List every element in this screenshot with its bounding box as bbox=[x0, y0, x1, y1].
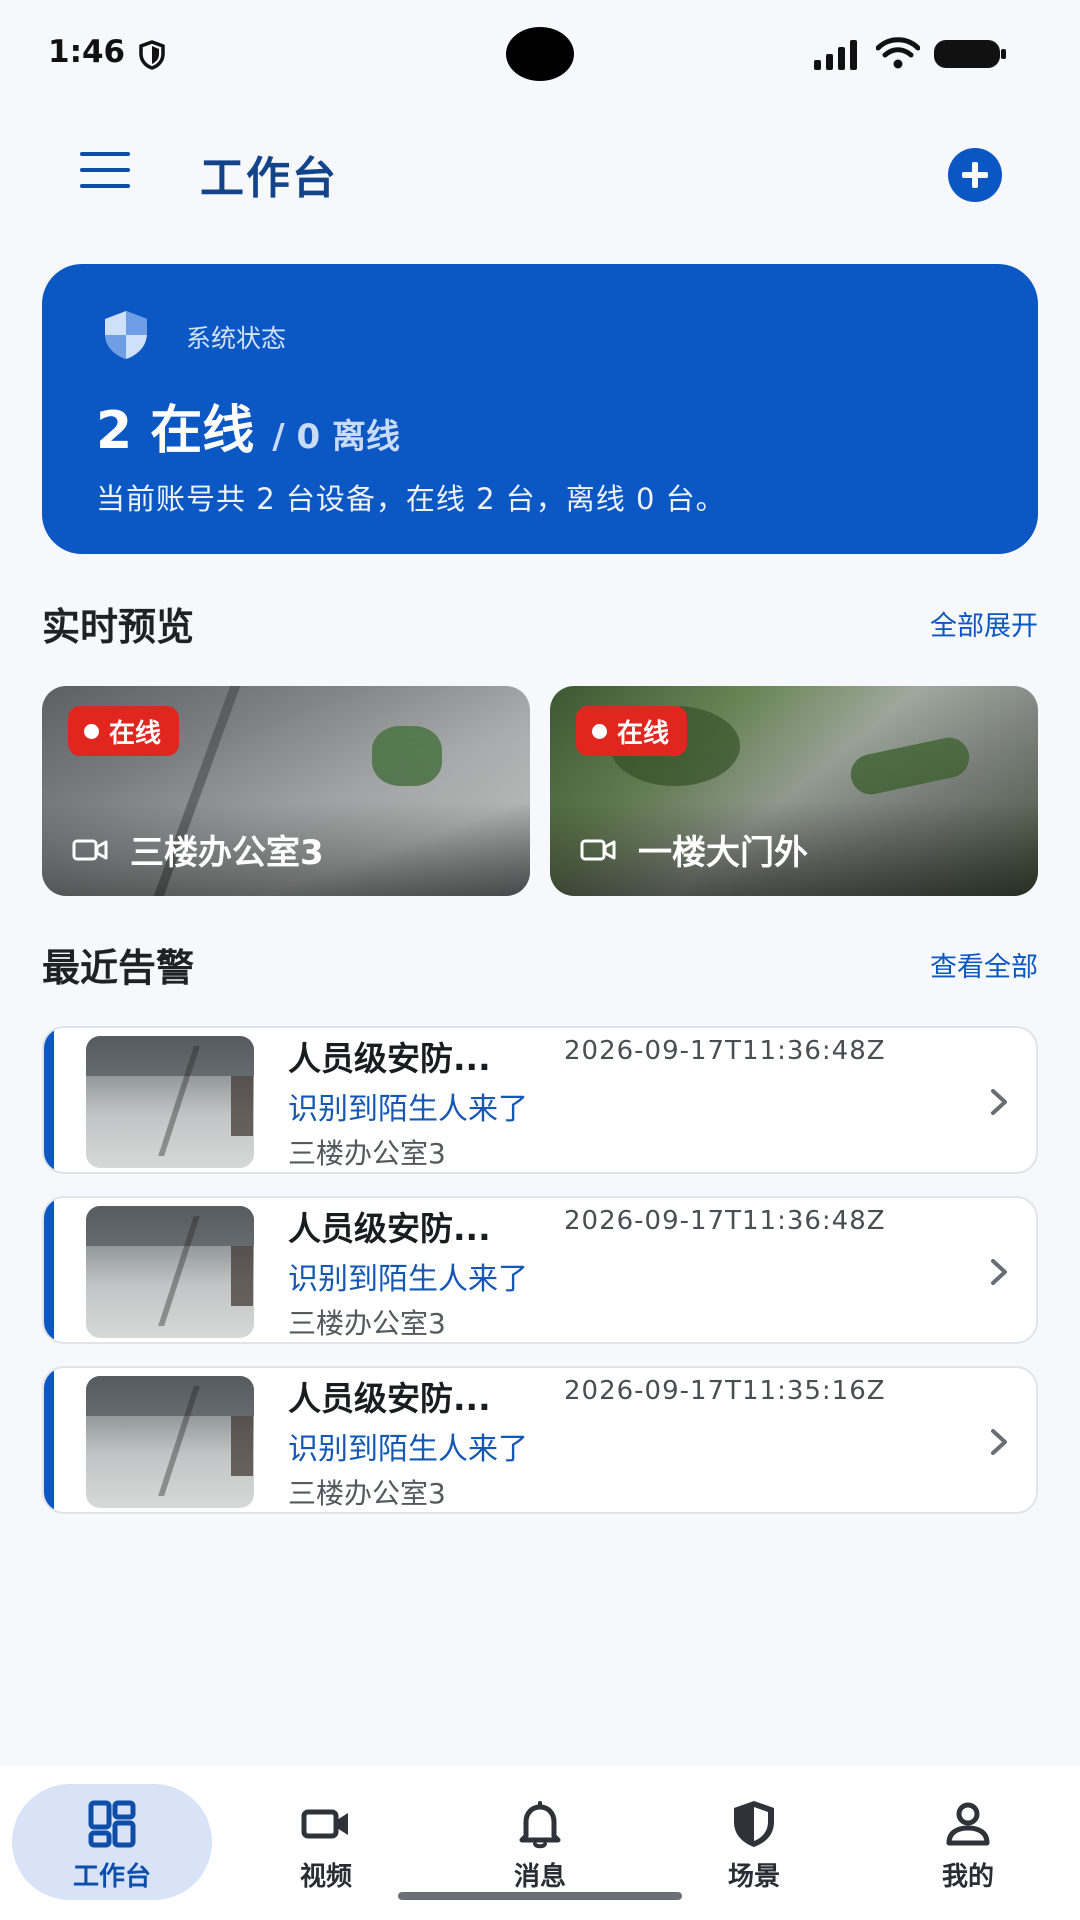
video-camera-icon bbox=[72, 839, 108, 860]
alert-title: 人员级安防... bbox=[288, 1209, 491, 1248]
alert-location: 三楼办公室3 bbox=[288, 1137, 446, 1170]
signal-icon bbox=[814, 40, 857, 70]
add-button[interactable] bbox=[948, 148, 1002, 202]
nav-item-messages[interactable]: 消息 bbox=[440, 1784, 640, 1900]
dashboard-icon bbox=[88, 1800, 136, 1848]
status-time: 1:46 bbox=[48, 34, 126, 70]
system-status-label: 系统状态 bbox=[186, 324, 287, 353]
video-camera-icon bbox=[301, 1809, 348, 1839]
system-status-card: 系统状态 2 在线 / 0 离线 当前账号共 2 台设备，在线 2 台，离线 0 … bbox=[42, 264, 1038, 554]
nav-label: 工作台 bbox=[72, 1862, 151, 1892]
status-bar: 1:46 bbox=[0, 0, 1080, 110]
home-indicator[interactable] bbox=[398, 1892, 682, 1900]
camera-name: 一楼大门外 bbox=[638, 833, 808, 873]
nav-item-scenes[interactable]: 场景 bbox=[654, 1784, 854, 1900]
alert-snapshot bbox=[86, 1376, 254, 1508]
alert-time: 2026-09-17T11:36:48Z bbox=[564, 1036, 886, 1066]
camera-cutout bbox=[506, 27, 574, 81]
bell-icon bbox=[519, 1801, 561, 1849]
shield-icon bbox=[734, 1801, 774, 1847]
app-bar: 工作台 bbox=[0, 120, 1080, 220]
chevron-right-icon bbox=[991, 1429, 1007, 1455]
alert-location: 三楼办公室3 bbox=[288, 1307, 446, 1340]
alert-description: 识别到陌生人来了 bbox=[288, 1092, 528, 1127]
recent-alerts-title: 最近告警 bbox=[42, 946, 195, 990]
live-preview-title: 实时预览 bbox=[42, 605, 195, 649]
security-shield-icon bbox=[105, 311, 147, 359]
alert-title: 人员级安防... bbox=[288, 1039, 491, 1078]
alert-description: 识别到陌生人来了 bbox=[288, 1262, 528, 1297]
page-title: 工作台 bbox=[200, 153, 338, 204]
alert-snapshot bbox=[86, 1036, 254, 1168]
nav-label: 我的 bbox=[941, 1862, 994, 1892]
online-badge: 在线 bbox=[576, 706, 688, 756]
nav-item-video[interactable]: 视频 bbox=[226, 1784, 426, 1900]
online-count: 2 在线 bbox=[96, 401, 255, 461]
chevron-right-icon bbox=[991, 1089, 1007, 1115]
online-dot-icon bbox=[84, 723, 99, 739]
shield-status-icon bbox=[139, 40, 165, 70]
camera-card-entrance[interactable]: 在线 一楼大门外 bbox=[550, 686, 1038, 896]
alert-location: 三楼办公室3 bbox=[288, 1477, 446, 1510]
nav-item-profile[interactable]: 我的 bbox=[868, 1784, 1068, 1900]
nav-item-dashboard[interactable]: 工作台 bbox=[12, 1784, 212, 1900]
nav-label: 视频 bbox=[299, 1862, 352, 1892]
battery-icon bbox=[934, 40, 1006, 68]
alert-accent-bar bbox=[44, 1028, 54, 1172]
online-badge: 在线 bbox=[68, 706, 180, 756]
nav-label: 消息 bbox=[513, 1862, 566, 1892]
nav-label: 场景 bbox=[727, 1862, 780, 1892]
camera-name: 三楼办公室3 bbox=[130, 833, 324, 873]
expand-all-link[interactable]: 全部展开 bbox=[930, 604, 1038, 643]
alert-snapshot bbox=[86, 1206, 254, 1338]
offline-count: / 0 离线 bbox=[272, 417, 401, 457]
alert-time: 2026-09-17T11:36:48Z bbox=[564, 1206, 886, 1236]
alert-accent-bar bbox=[44, 1198, 54, 1342]
chevron-right-icon bbox=[991, 1259, 1007, 1285]
wifi-icon bbox=[876, 37, 920, 69]
online-dot-icon bbox=[592, 723, 607, 739]
device-summary-text: 当前账号共 2 台设备，在线 2 台，离线 0 台。 bbox=[96, 482, 726, 516]
alert-title: 人员级安防... bbox=[288, 1379, 491, 1418]
person-icon bbox=[946, 1802, 990, 1846]
view-all-alerts-link[interactable]: 查看全部 bbox=[930, 945, 1038, 984]
menu-icon[interactable] bbox=[80, 152, 130, 188]
device-count-line: 2 在线 / 0 离线 bbox=[96, 388, 400, 463]
video-camera-icon bbox=[580, 839, 616, 860]
alert-item[interactable]: 人员级安防... 2026-09-17T11:36:48Z 识别到陌生人来了 三… bbox=[42, 1196, 1038, 1344]
alert-item[interactable]: 人员级安防... 2026-09-17T11:36:48Z 识别到陌生人来了 三… bbox=[42, 1026, 1038, 1174]
camera-card-office[interactable]: 在线 三楼办公室3 bbox=[42, 686, 530, 896]
alert-time: 2026-09-17T11:35:16Z bbox=[564, 1376, 886, 1406]
alert-accent-bar bbox=[44, 1368, 54, 1512]
alert-description: 识别到陌生人来了 bbox=[288, 1432, 528, 1467]
alert-item[interactable]: 人员级安防... 2026-09-17T11:35:16Z 识别到陌生人来了 三… bbox=[42, 1366, 1038, 1514]
